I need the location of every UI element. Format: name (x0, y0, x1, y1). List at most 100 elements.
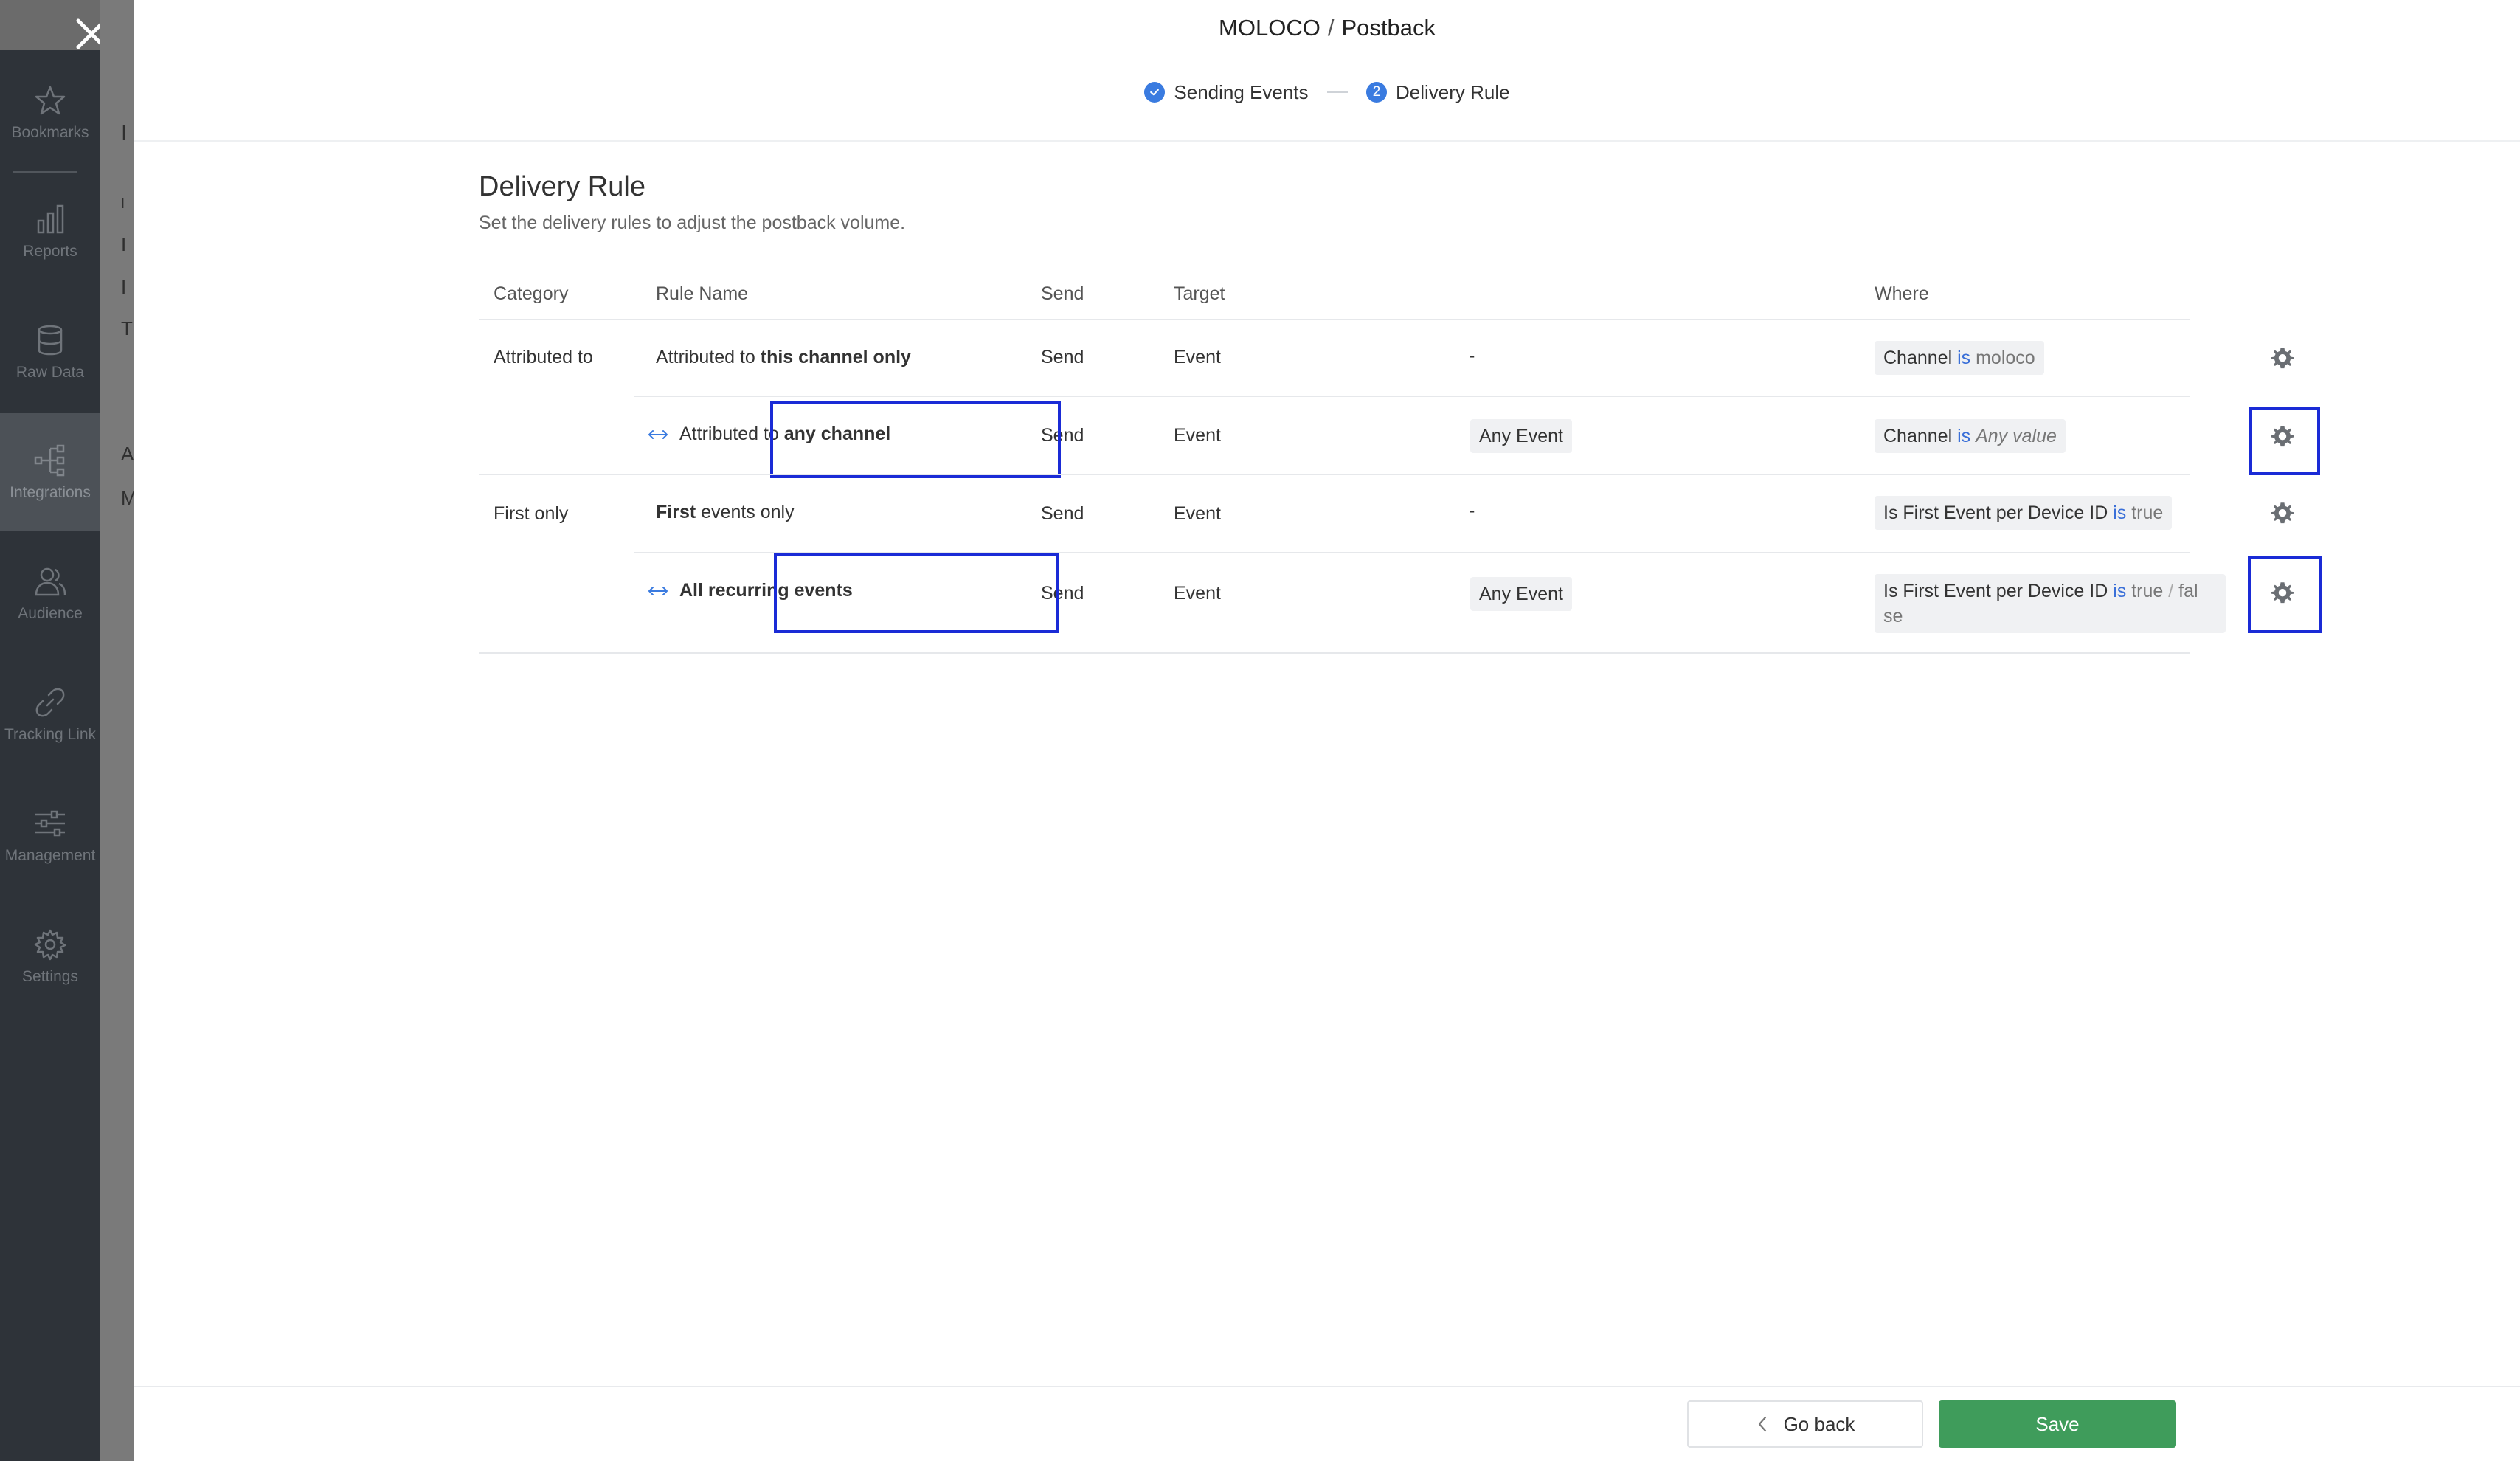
sidebar-item-label: Integrations (10, 484, 91, 501)
sidebar-item-settings[interactable]: Settings (0, 897, 100, 1015)
where-operator: is (1957, 426, 1971, 446)
save-button[interactable]: Save (1939, 1400, 2176, 1448)
sidebar-item-tracking-link[interactable]: Tracking Link (0, 655, 100, 773)
send-cell: Send (1041, 347, 1084, 367)
step-number: 2 (1366, 82, 1387, 103)
link-icon (35, 688, 65, 717)
page-name: Postback (1341, 15, 1436, 41)
step-connector (1326, 91, 1348, 94)
where-field: Channel (1883, 348, 1953, 368)
sidebar-item-integrations[interactable]: Integrations (0, 413, 100, 531)
row-divider (479, 474, 2190, 475)
target-cell: Event (1174, 425, 1221, 446)
row-divider (479, 652, 2190, 654)
check-circle-icon (1144, 82, 1166, 103)
header-rule-name: Rule Name (656, 283, 749, 304)
where-separator: / (2168, 581, 2174, 601)
sidebar-item-audience[interactable]: Audience (0, 534, 100, 652)
where-operator: is (2113, 502, 2127, 523)
gear-icon (34, 929, 66, 961)
highlight-box-gear (2249, 407, 2320, 475)
where-field: Is First Event per Device ID (1883, 581, 2108, 601)
where-value: true (2131, 581, 2164, 601)
where-condition: Is First Event per Device ID is true / f… (1875, 574, 2226, 633)
where-value-2-wrap: se (1883, 606, 1903, 626)
where-condition: Channel is Any value (1875, 419, 2066, 453)
send-cell: Send (1041, 503, 1084, 524)
highlight-box-rule-name (770, 401, 1061, 478)
gear-icon[interactable] (2271, 347, 2294, 369)
gear-icon[interactable] (2271, 502, 2294, 524)
category-cell: First only (494, 503, 569, 524)
where-value: true (2131, 502, 2164, 523)
step-label: Delivery Rule (1396, 80, 1510, 103)
rule-name-text: Attributed to (656, 347, 761, 367)
go-back-label: Go back (1783, 1412, 1855, 1435)
rule-name-text: Attributed to (679, 424, 784, 444)
sidebar-item-raw-data[interactable]: Raw Data (0, 293, 100, 411)
sliders-icon (35, 810, 65, 837)
sidebar: Bookmarks Reports Raw Data Integrations … (0, 0, 107, 1461)
where-operator: is (2113, 581, 2127, 601)
step-delivery-rule[interactable]: 2 Delivery Rule (1366, 81, 1510, 104)
event-cell: - (1469, 500, 1475, 521)
footer-divider (134, 1386, 2520, 1387)
row-divider (479, 319, 2190, 320)
step-sending-events[interactable]: Sending Events (1144, 80, 1309, 104)
go-back-button[interactable]: Go back (1687, 1400, 1923, 1448)
stepper: Sending Events 2 Delivery Rule (134, 80, 2520, 104)
rule-name-cell: Attributed to this channel only (656, 347, 911, 368)
background-text: I (121, 276, 127, 298)
background-text: T (121, 317, 133, 339)
target-cell: Event (1174, 503, 1221, 524)
sidebar-item-label: Raw Data (15, 364, 85, 381)
sidebar-item-label: Tracking Link (4, 726, 97, 743)
rule-name-cell: First events only (656, 502, 795, 523)
sidebar-item-reports[interactable]: Reports (0, 172, 100, 290)
sidebar-item-bookmarks[interactable]: Bookmarks (0, 50, 100, 168)
double-arrow-icon (648, 587, 668, 596)
highlight-box-gear (2248, 556, 2322, 633)
bar-chart-icon (37, 204, 64, 234)
step-label: Sending Events (1174, 80, 1309, 103)
sidebar-item-label: Management (4, 847, 96, 864)
where-field: Channel (1883, 426, 1953, 446)
header-where: Where (1875, 283, 1929, 304)
double-arrow-icon (648, 430, 668, 440)
where-value: moloco (1976, 348, 2035, 368)
background-text: I (121, 196, 125, 211)
row-divider (634, 396, 2190, 397)
header-send: Send (1041, 283, 1084, 304)
sidebar-item-label: Settings (22, 968, 78, 985)
postback-modal: MOLOCO / Postback Sending Events 2 Deliver… (134, 0, 2520, 1461)
section-subtitle: Set the delivery rules to adjust the pos… (479, 213, 906, 233)
where-condition: Channel is moloco (1875, 341, 2044, 375)
background-page: I I I I T A M (100, 0, 134, 1461)
users-icon (35, 567, 66, 596)
target-cell: Event (1174, 347, 1221, 367)
title-separator: / (1327, 15, 1335, 41)
target-cell: Event (1174, 583, 1221, 604)
event-cell: - (1469, 345, 1475, 366)
rule-name-bold: this channel only (760, 347, 911, 367)
header-target: Target (1174, 283, 1225, 304)
star-icon (35, 86, 66, 115)
event-pill: Any Event (1470, 577, 1572, 611)
sidebar-item-label: Bookmarks (11, 124, 89, 141)
rule-name-text: events only (696, 502, 795, 522)
partner-name: MOLOCO (1219, 15, 1320, 41)
rule-name-bold: First (656, 502, 696, 522)
where-condition: Is First Event per Device ID is true (1875, 496, 2173, 530)
where-value: Any value (1976, 426, 2057, 446)
header-category: Category (494, 283, 569, 304)
background-text: A (121, 443, 134, 465)
integrations-icon (34, 444, 65, 477)
background-text: I (121, 121, 128, 145)
event-pill: Any Event (1470, 419, 1572, 453)
background-text: M (121, 487, 134, 509)
sidebar-item-management[interactable]: Management (0, 776, 100, 894)
database-icon (38, 325, 63, 356)
where-field: Is First Event per Device ID (1883, 502, 2108, 523)
section-title: Delivery Rule (479, 171, 645, 202)
chevron-left-icon (1758, 1416, 1766, 1432)
